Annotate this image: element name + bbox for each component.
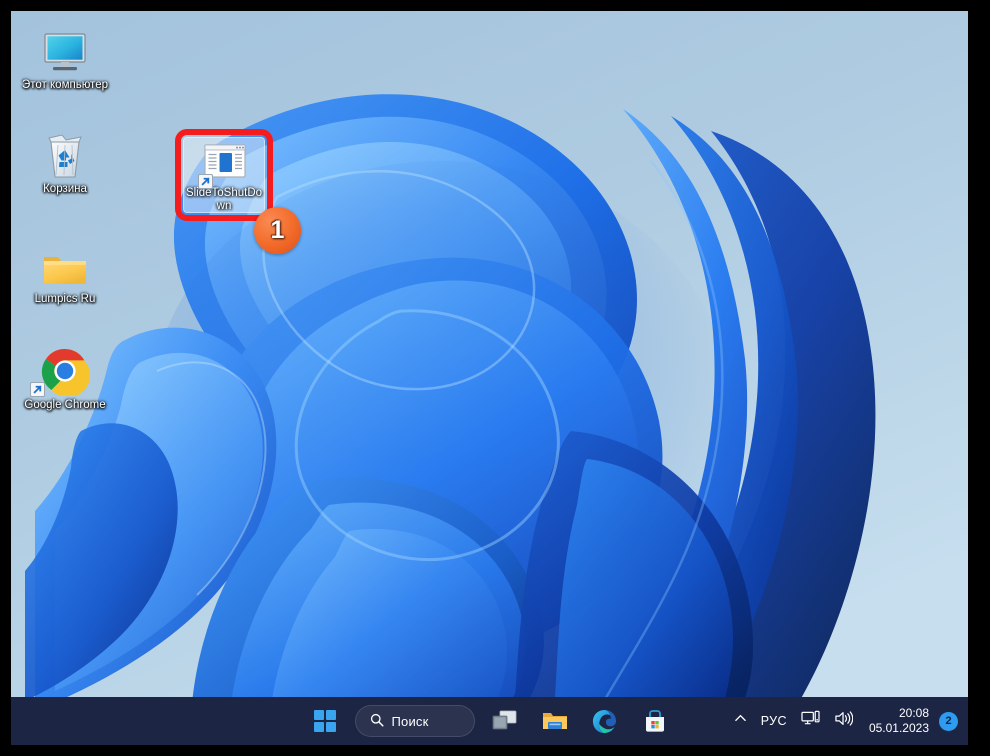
desktop-icon-this-pc[interactable]: Этот компьютер <box>22 25 108 92</box>
desktop-icon-slide-to-shutdown[interactable]: SlideToShutDown <box>183 137 265 213</box>
microsoft-edge-button[interactable] <box>585 701 625 741</box>
tray-overflow-button[interactable] <box>727 701 754 741</box>
slide-to-shutdown-icon <box>184 140 266 189</box>
taskbar[interactable]: Поиск РУС 20:08 05.01.2023 2 <box>11 697 968 745</box>
language-label: РУС <box>760 714 787 728</box>
network-icon <box>801 710 820 732</box>
desktop-icon-lumpics-ru[interactable]: Lumpics Ru <box>22 239 108 306</box>
desktop-icon-label: SlideToShutDown <box>185 187 263 212</box>
microsoft-store-button[interactable] <box>635 701 675 741</box>
search-label: Поиск <box>391 713 429 729</box>
desktop-icon-label: Этот компьютер <box>22 79 108 91</box>
search-box[interactable]: Поиск <box>354 705 475 737</box>
start-button[interactable] <box>305 701 345 741</box>
desktop-wallpaper <box>11 11 968 745</box>
language-indicator[interactable]: РУС <box>754 701 794 741</box>
step-badge-1: 1 <box>254 207 301 254</box>
recycle-bin-icon <box>22 129 108 179</box>
clock-date: 05.01.2023 <box>868 721 929 735</box>
system-tray: РУС 20:08 05.01.2023 2 <box>727 697 962 745</box>
desktop-icon-recycle-bin[interactable]: Корзина <box>22 129 108 196</box>
chevron-up-icon <box>734 712 747 730</box>
network-button[interactable] <box>794 701 827 741</box>
folder-icon <box>22 239 108 289</box>
monitor-icon <box>22 25 108 75</box>
shortcut-arrow-icon <box>198 174 213 189</box>
clock[interactable]: 20:08 05.01.2023 <box>860 701 936 741</box>
desktop-icon-label: Корзина <box>43 183 87 195</box>
desktop-icon-google-chrome[interactable]: Google Chrome <box>22 345 108 412</box>
file-explorer-button[interactable] <box>535 701 575 741</box>
clock-time: 20:08 <box>898 706 929 720</box>
volume-button[interactable] <box>827 701 860 741</box>
volume-icon <box>834 710 854 732</box>
shortcut-arrow-icon <box>30 382 45 397</box>
desktop-icon-label: Google Chrome <box>24 399 106 411</box>
screen-frame: Этот компьютер Корзина Lumpics Ru Google… <box>0 0 990 756</box>
chrome-icon <box>22 345 108 397</box>
task-view-button[interactable] <box>485 701 525 741</box>
notification-badge[interactable]: 2 <box>939 711 958 731</box>
desktop[interactable]: Этот компьютер Корзина Lumpics Ru Google… <box>11 11 968 745</box>
search-icon <box>370 713 384 730</box>
desktop-icon-label: Lumpics Ru <box>34 293 96 305</box>
